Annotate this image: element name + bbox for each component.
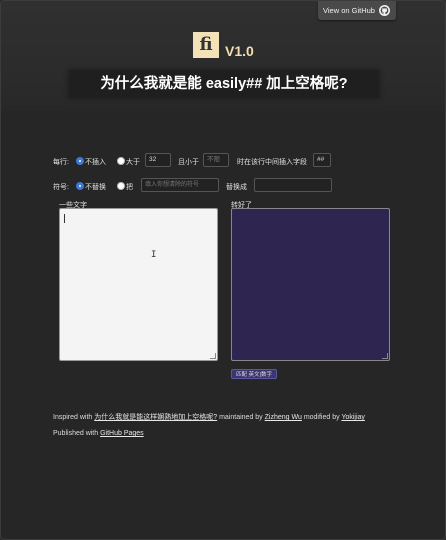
modifier-link[interactable]: Yokijiay (341, 414, 364, 421)
insert-field-input[interactable]: ## (313, 153, 331, 167)
footer-published: Published with GitHub Pages (53, 430, 144, 437)
no-insert-radio[interactable] (76, 157, 84, 165)
replace-label: 把 (126, 184, 133, 191)
replace-to-input[interactable] (254, 178, 332, 192)
inspired-link[interactable]: 为什么我就是能这样娴熟地加上空格呢? (94, 414, 217, 421)
replace-to-label: 替换成 (226, 184, 247, 191)
replace-symbol-input[interactable]: 填入你想清除的符号 (141, 178, 219, 192)
resize-grip-icon[interactable] (382, 353, 388, 359)
maintainer-link[interactable]: Zizheng Wu (265, 414, 302, 421)
footer-published-prefix: Published with (53, 430, 101, 437)
logo: fi (193, 32, 219, 58)
github-button-label: View on GitHub (323, 6, 375, 15)
title-banner: 为什么我就是能 easily## 加上空格呢? (69, 70, 379, 98)
greater-than-input[interactable]: 32 (145, 153, 171, 167)
per-line-label: 每行: (53, 159, 69, 166)
greater-than-radio[interactable] (117, 157, 125, 165)
resize-grip-icon[interactable] (210, 353, 216, 359)
less-than-input[interactable]: 不限 (203, 153, 229, 167)
github-icon (379, 5, 390, 16)
insert-field-label: 时在该行中间插入字段 (237, 159, 307, 166)
and-less-than-label: 且小于 (178, 159, 199, 166)
text-caret (64, 214, 65, 223)
symbol-label: 符号: (53, 184, 69, 191)
page-frame: View on GitHub fi V1.0 为什么我就是能 easily## … (0, 0, 446, 540)
page-title: 为什么我就是能 easily## 加上空格呢? (100, 76, 348, 92)
no-insert-label: 不插入 (85, 159, 106, 166)
footer-inspired: Inspired with 为什么我就是能这样娴熟地加上空格呢? maintai… (53, 412, 365, 422)
footer-inspired-prefix: Inspired with (53, 414, 95, 421)
no-replace-label: 不替换 (85, 184, 106, 191)
output-textarea[interactable] (231, 208, 390, 361)
no-replace-radio[interactable] (76, 182, 84, 190)
input-textarea[interactable]: I (59, 208, 218, 361)
replace-radio[interactable] (117, 182, 125, 190)
match-english-number-button[interactable]: 匹配 英文|数字 (231, 369, 277, 379)
footer-maintained-by: maintained by (217, 414, 265, 421)
greater-than-label: 大于 (126, 159, 140, 166)
github-pages-link[interactable]: GitHub Pages (100, 430, 144, 437)
footer-modified-by: modified by (301, 414, 342, 421)
version-label: V1.0 (225, 43, 254, 59)
ibeam-cursor-icon: I (151, 250, 157, 260)
view-on-github-button[interactable]: View on GitHub (318, 1, 396, 20)
